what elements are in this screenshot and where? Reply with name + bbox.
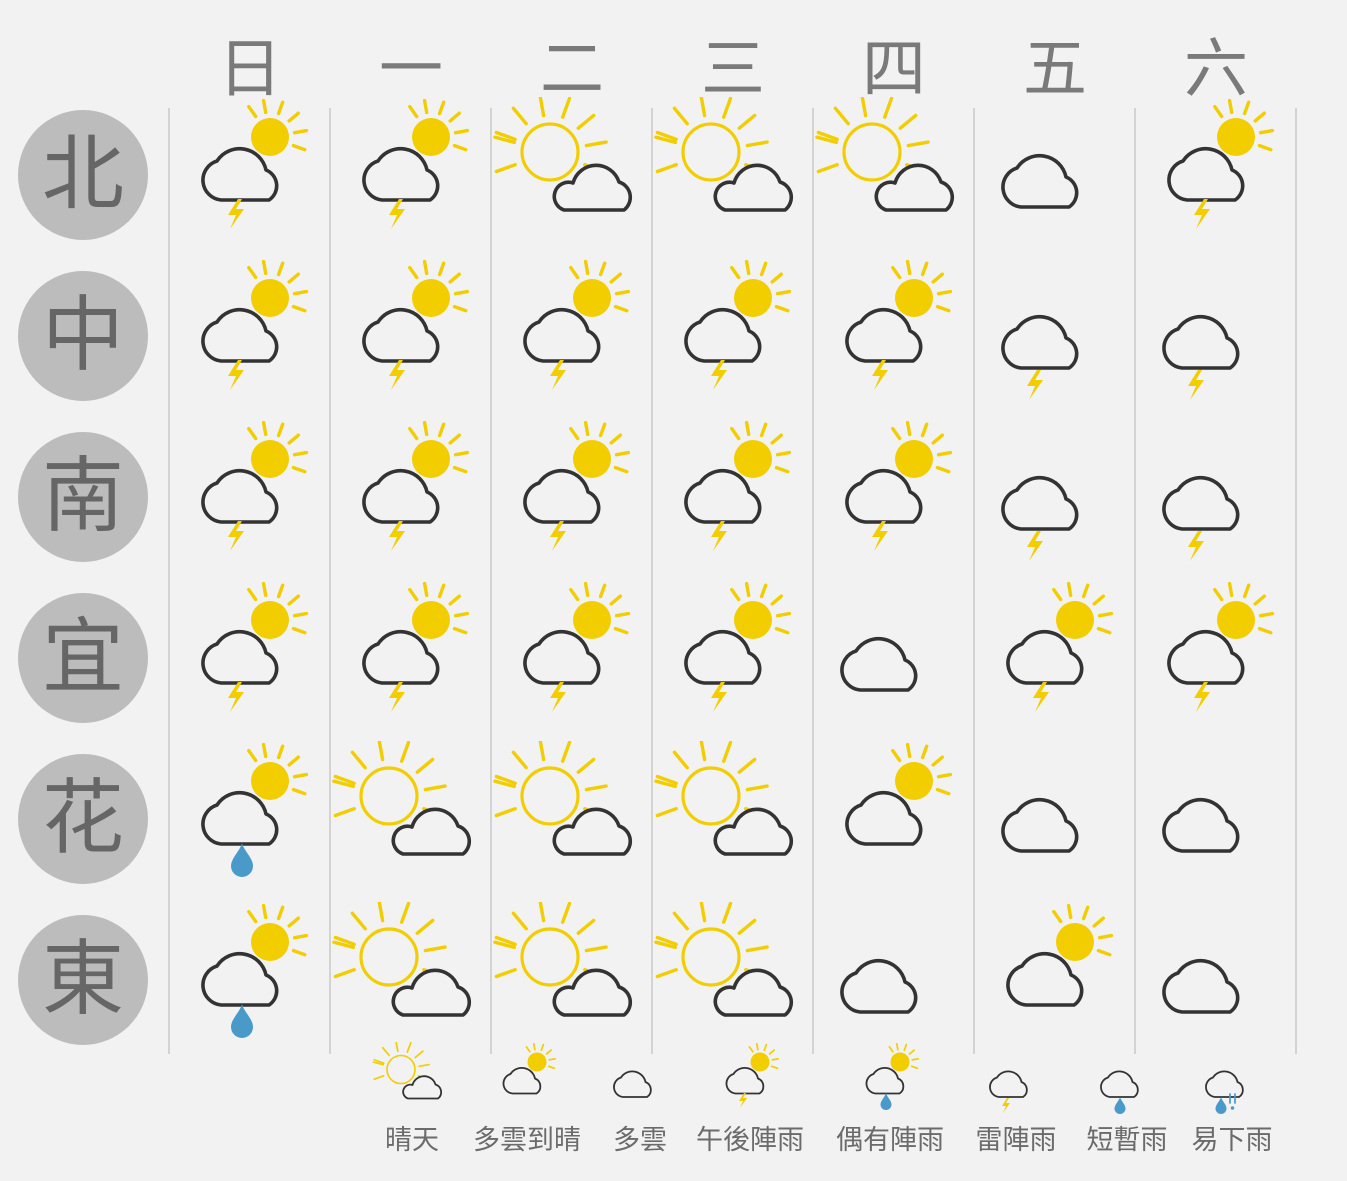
thunder-sun-icon — [653, 258, 813, 418]
thunder-sun-icon — [170, 580, 330, 740]
cloudy-icon — [1136, 902, 1296, 1062]
region-badge: 宜 — [18, 593, 148, 723]
sunny-icon — [492, 741, 652, 901]
thunder-icon — [975, 258, 1135, 418]
shower-sun-icon — [850, 1042, 930, 1122]
thunder-icon — [976, 1042, 1056, 1122]
sunny-icon — [372, 1040, 452, 1122]
legend-item: 午後陣雨 — [675, 1042, 825, 1162]
cloudy-icon — [814, 902, 974, 1062]
thunder-sun-icon — [492, 580, 652, 740]
sunny-icon — [653, 97, 813, 257]
legend-item: 易下雨 — [1157, 1042, 1307, 1162]
thunder-sun-icon — [492, 419, 652, 579]
thunder-sun-icon — [653, 580, 813, 740]
shower-icon — [1087, 1042, 1167, 1122]
sunny-icon — [331, 902, 491, 1062]
thunder-sun-icon — [653, 419, 813, 579]
thunder-sun-icon — [710, 1042, 790, 1122]
cloudy-icon — [975, 97, 1135, 257]
cloudy-sun-icon — [975, 902, 1135, 1062]
region-badge: 南 — [18, 432, 148, 562]
thunder-sun-icon — [170, 97, 330, 257]
sunny-icon — [492, 902, 652, 1062]
thunder-sun-icon — [331, 97, 491, 257]
region-badge: 北 — [18, 110, 148, 240]
thunder-icon — [1136, 258, 1296, 418]
sunny-icon — [331, 741, 491, 901]
region-badge: 花 — [18, 754, 148, 884]
sunny-icon — [653, 902, 813, 1062]
cloudy-sun-icon — [487, 1042, 567, 1122]
thunder-sun-icon — [331, 580, 491, 740]
thunder-sun-icon — [170, 258, 330, 418]
thunder-sun-icon — [331, 419, 491, 579]
thunder-sun-icon — [814, 419, 974, 579]
cloudy-icon — [600, 1042, 680, 1122]
region-badge: 中 — [18, 271, 148, 401]
thunder-icon — [975, 419, 1135, 579]
thunder-sun-icon — [975, 580, 1135, 740]
thunder-sun-icon — [170, 419, 330, 579]
legend-label: 午後陣雨 — [696, 1125, 804, 1156]
shower-sun-icon — [170, 741, 330, 901]
sunny-icon — [492, 97, 652, 257]
thunder-sun-icon — [492, 258, 652, 418]
thunder-icon — [1136, 419, 1296, 579]
sunny-icon — [653, 741, 813, 901]
sunny-icon — [814, 97, 974, 257]
thunder-sun-icon — [814, 258, 974, 418]
cloudy-icon — [975, 741, 1135, 901]
cloudy-sun-icon — [814, 741, 974, 901]
thunder-sun-icon — [331, 258, 491, 418]
legend-label: 易下雨 — [1191, 1125, 1273, 1156]
rain-heavy-icon — [1192, 1042, 1272, 1122]
cloudy-icon — [1136, 741, 1296, 901]
thunder-sun-icon — [1136, 580, 1296, 740]
thunder-sun-icon — [1136, 97, 1296, 257]
region-badge: 東 — [18, 915, 148, 1045]
shower-sun-icon — [170, 902, 330, 1062]
cloudy-icon — [814, 580, 974, 740]
